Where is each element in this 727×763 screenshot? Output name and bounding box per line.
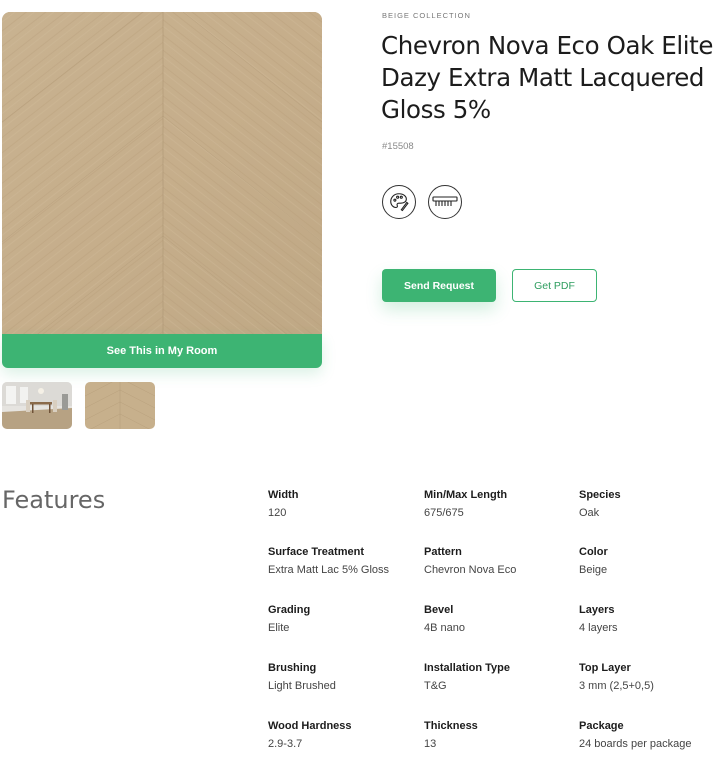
collection-label: BEIGE COLLECTION bbox=[382, 11, 471, 20]
feature-pattern: Pattern Chevron Nova Eco bbox=[424, 545, 574, 577]
feature-label: Brushing bbox=[268, 662, 317, 674]
feature-color: Color Beige bbox=[579, 545, 727, 577]
feature-min-max-length: Min/Max Length 675/675 bbox=[424, 488, 574, 520]
feature-label: Width bbox=[268, 489, 299, 501]
feature-value: Elite bbox=[268, 622, 290, 634]
feature-label: Min/Max Length bbox=[424, 489, 508, 501]
feature-label: Top Layer bbox=[579, 662, 631, 674]
feature-installation-type: Installation Type T&G bbox=[424, 661, 574, 693]
feature-value: 13 bbox=[424, 738, 437, 750]
feature-width: Width 120 bbox=[268, 488, 418, 520]
feature-value: T&G bbox=[424, 680, 447, 692]
thumbnail-texture-view[interactable] bbox=[85, 382, 155, 429]
feature-bevel: Bevel 4B nano bbox=[424, 603, 574, 635]
feature-label: Layers bbox=[579, 604, 615, 616]
wood-texture-thumbnail bbox=[85, 382, 155, 429]
feature-species: Species Oak bbox=[579, 488, 727, 520]
feature-value: Beige bbox=[579, 564, 608, 576]
feature-value: Extra Matt Lac 5% Gloss bbox=[268, 564, 390, 576]
feature-layers: Layers 4 layers bbox=[579, 603, 727, 635]
comb-icon[interactable] bbox=[428, 185, 462, 219]
get-pdf-button[interactable]: Get PDF bbox=[512, 269, 597, 302]
features-heading: Features bbox=[2, 486, 106, 514]
send-request-button[interactable]: Send Request bbox=[382, 269, 496, 302]
feature-value: Oak bbox=[579, 507, 600, 519]
feature-label: Grading bbox=[268, 604, 311, 616]
feature-thickness: Thickness 13 bbox=[424, 719, 574, 751]
feature-label: Bevel bbox=[424, 604, 454, 616]
feature-label: Surface Treatment bbox=[268, 546, 364, 558]
feature-label: Thickness bbox=[424, 720, 478, 732]
product-sku: #15508 bbox=[382, 141, 414, 152]
product-main-image[interactable] bbox=[2, 12, 322, 334]
feature-label: Species bbox=[579, 489, 621, 501]
feature-package: Package 24 boards per package bbox=[579, 719, 727, 751]
see-in-my-room-button[interactable]: See This in My Room bbox=[2, 334, 322, 368]
chevron-wood-texture bbox=[2, 12, 322, 334]
room-scene-image bbox=[2, 382, 72, 429]
feature-label: Color bbox=[579, 546, 608, 558]
feature-brushing: Brushing Light Brushed bbox=[268, 661, 418, 693]
product-title: Chevron Nova Eco Oak Elite Dazy Extra Ma… bbox=[381, 31, 714, 124]
feature-value: 3 mm (2,5+0,5) bbox=[579, 680, 654, 692]
feature-label: Pattern bbox=[424, 546, 462, 558]
feature-value: 120 bbox=[268, 507, 287, 519]
feature-value: 4 layers bbox=[579, 622, 618, 634]
feature-value: Chevron Nova Eco bbox=[424, 564, 517, 576]
feature-label: Package bbox=[579, 720, 624, 732]
feature-label: Wood Hardness bbox=[268, 720, 352, 732]
feature-value: 4B nano bbox=[424, 622, 465, 634]
thumbnail-room-view[interactable] bbox=[2, 382, 72, 429]
feature-value: 2.9-3.7 bbox=[268, 738, 303, 750]
feature-wood-hardness: Wood Hardness 2.9-3.7 bbox=[268, 719, 418, 751]
feature-surface-treatment: Surface Treatment Extra Matt Lac 5% Glos… bbox=[268, 545, 418, 577]
feature-top-layer: Top Layer 3 mm (2,5+0,5) bbox=[579, 661, 727, 693]
feature-label: Installation Type bbox=[424, 662, 510, 674]
feature-value: Light Brushed bbox=[268, 680, 336, 692]
feature-grading: Grading Elite bbox=[268, 603, 418, 635]
feature-value: 24 boards per package bbox=[579, 738, 692, 750]
feature-value: 675/675 bbox=[424, 507, 464, 519]
palette-icon[interactable] bbox=[382, 185, 416, 219]
